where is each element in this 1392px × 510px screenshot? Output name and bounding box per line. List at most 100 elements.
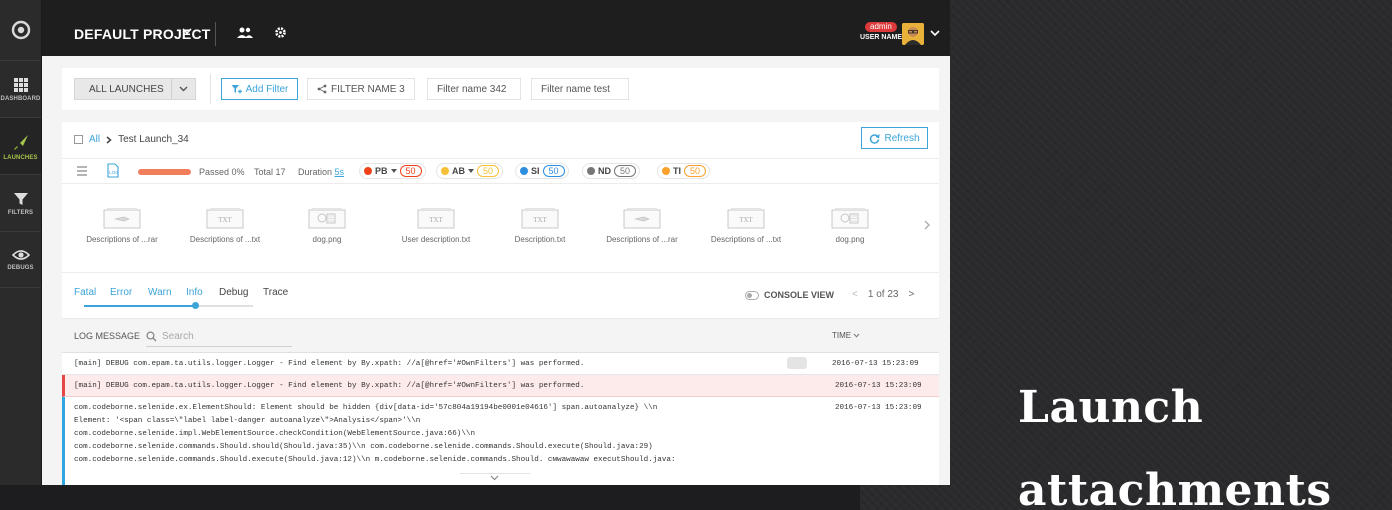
chevron-right-icon[interactable] — [924, 220, 930, 230]
svg-text:TXT: TXT — [429, 216, 443, 224]
caret-down-icon[interactable] — [468, 169, 474, 173]
avatar-image — [902, 23, 924, 45]
attachment-item[interactable]: Descriptions of ...rar — [592, 206, 692, 244]
attachments-gallery: Descriptions of ...rar TXT Descriptions of… — [62, 184, 939, 272]
chevron-down-icon[interactable] — [930, 29, 940, 37]
current-page: 1 — [867, 289, 874, 300]
sidebar-item-launches[interactable]: LAUNCHES — [0, 117, 41, 174]
breadcrumb: All Test Launch_34 — [74, 134, 189, 145]
toggle-switch[interactable] — [745, 290, 759, 300]
sidebar-item-debugs[interactable]: DEBUGS — [0, 231, 41, 288]
user-name[interactable]: USER NAME — [860, 34, 902, 41]
log-row-stacktrace[interactable]: com.codeborne.selenide.ex.ElementShould:… — [62, 397, 939, 485]
txt-file-icon: TXT — [521, 208, 559, 229]
defect-badge-nd[interactable]: ND 50 — [582, 163, 641, 179]
log-line: com.codeborne.selenide.ex.ElementShould:… — [74, 404, 658, 412]
filter-tab[interactable]: Filter name 342 — [427, 78, 521, 100]
log-row[interactable]: [main] DEBUG com.epam.ta.utils.logger.Lo… — [62, 353, 939, 375]
attachment-icon[interactable] — [787, 357, 807, 369]
log-level-debug[interactable]: Debug — [219, 287, 248, 298]
breadcrumb-root-link[interactable]: All — [89, 134, 100, 145]
log-line: com.codeborne.selenide.commands.Should.s… — [74, 443, 653, 451]
dropdown-toggle[interactable] — [171, 79, 195, 99]
sidebar-item-filters[interactable]: FILTERS — [0, 174, 41, 231]
attachment-name: Descriptions of ...txt — [189, 235, 261, 244]
gear-icon[interactable] — [274, 26, 287, 39]
all-launches-dropdown[interactable]: ALL LAUNCHES — [74, 78, 196, 100]
filter-tab[interactable]: Filter name test — [531, 78, 629, 100]
log-level-error[interactable]: Error — [110, 287, 132, 298]
attachment-item[interactable]: TXT User description.txt — [386, 206, 486, 244]
side-navigation: DASHBOARD LAUNCHES FILTERS DEBUGS — [0, 0, 42, 485]
list-view-icon[interactable] — [76, 165, 88, 177]
time-column-sort[interactable]: TIME — [832, 331, 860, 340]
rar-file-icon — [103, 208, 141, 229]
refresh-button[interactable]: Refresh — [861, 127, 928, 149]
refresh-icon — [870, 133, 881, 144]
filter-bar: ALL LAUNCHES Add Filter FILTER NAME 3 Fi… — [62, 68, 939, 110]
attachment-item[interactable]: Descriptions of ...rar — [72, 206, 172, 244]
next-page-button[interactable]: > — [908, 289, 914, 300]
breadcrumb-current: Test Launch_34 — [118, 134, 189, 145]
attachment-item[interactable]: dog.png — [277, 206, 377, 244]
passed-percent: Passed 0% — [199, 167, 245, 177]
defect-badge-ab[interactable]: AB 50 — [436, 163, 504, 179]
log-table-header: LOG MESSAGE TIME — [62, 318, 939, 353]
select-all-checkbox[interactable] — [74, 135, 83, 144]
log-row-error[interactable]: [main] DEBUG com.epam.ta.utils.logger.Lo… — [62, 375, 939, 397]
chevron-down-icon[interactable] — [182, 27, 192, 35]
filter-tab[interactable]: FILTER NAME 3 — [307, 78, 415, 100]
log-level-trace[interactable]: Trace — [263, 287, 288, 298]
defect-badge-si[interactable]: SI 50 — [515, 163, 569, 179]
filter-divider — [210, 74, 211, 104]
add-filter-button[interactable]: Add Filter — [221, 78, 298, 100]
avatar[interactable] — [902, 23, 924, 45]
txt-file-icon: TXT — [206, 208, 244, 229]
chevron-down-icon — [490, 475, 499, 481]
defect-color-dot — [587, 167, 595, 175]
pagination: < 1 of 23 > — [852, 289, 914, 300]
log-time: 2016-07-13 15:23:09 — [835, 404, 922, 412]
attachment-item[interactable]: TXT Descriptions of ...txt — [696, 206, 796, 244]
log-level-info[interactable]: Info — [186, 287, 203, 298]
attachment-name: Description.txt — [514, 235, 566, 244]
app-logo[interactable] — [0, 0, 41, 60]
sidebar-item-label: FILTERS — [7, 209, 34, 216]
attachment-item[interactable]: dog.png — [800, 206, 900, 244]
expand-log-button[interactable] — [460, 473, 530, 483]
defect-color-dot — [364, 167, 372, 175]
attachment-name: Descriptions of ...rar — [606, 235, 678, 244]
chevron-right-icon — [106, 135, 112, 144]
time-column-label: TIME — [832, 331, 852, 340]
app-logo-icon — [11, 20, 30, 40]
attachment-item[interactable]: TXT Description.txt — [490, 206, 590, 244]
members-icon[interactable] — [236, 27, 254, 39]
attachment-name: dog.png — [312, 235, 342, 244]
duration-value[interactable]: 5s — [335, 167, 345, 177]
all-launches-label: ALL LAUNCHES — [89, 83, 164, 95]
defect-badge-pb[interactable]: PB 50 — [359, 163, 426, 179]
search-input[interactable] — [162, 331, 282, 342]
log-level-fatal[interactable]: Fatal — [74, 287, 96, 298]
log-level-slider-handle[interactable] — [192, 302, 199, 309]
app-window: DEFAULT PROJECT admin USER NAME ALL LAUN… — [42, 0, 950, 485]
sidebar-item-dashboard[interactable]: DASHBOARD — [0, 60, 41, 117]
rar-file-icon — [623, 208, 661, 229]
attachment-item[interactable]: TXT Descriptions of ...txt — [175, 206, 275, 244]
log-message: [main] DEBUG com.epam.ta.utils.logger.Lo… — [74, 382, 585, 390]
log-level-warn[interactable]: Warn — [148, 287, 172, 298]
prev-page-button[interactable]: < — [852, 289, 858, 300]
defect-count: 50 — [684, 165, 707, 177]
log-view-icon[interactable]: LOG — [106, 163, 120, 178]
role-badge: admin — [865, 22, 897, 32]
total-count: Total 17 — [254, 167, 286, 177]
console-view-toggle[interactable]: CONSOLE VIEW — [745, 290, 834, 300]
sidebar-item-label: LAUNCHES — [3, 154, 38, 161]
attachment-name: Descriptions of ...rar — [86, 235, 158, 244]
defect-badge-ti[interactable]: TI 50 — [657, 163, 711, 179]
refresh-label: Refresh — [884, 132, 920, 144]
caret-down-icon[interactable] — [390, 169, 397, 173]
filter-tab-label: FILTER NAME 3 — [331, 83, 405, 95]
defect-count: 50 — [542, 165, 565, 177]
log-level-slider-fill — [84, 305, 195, 307]
